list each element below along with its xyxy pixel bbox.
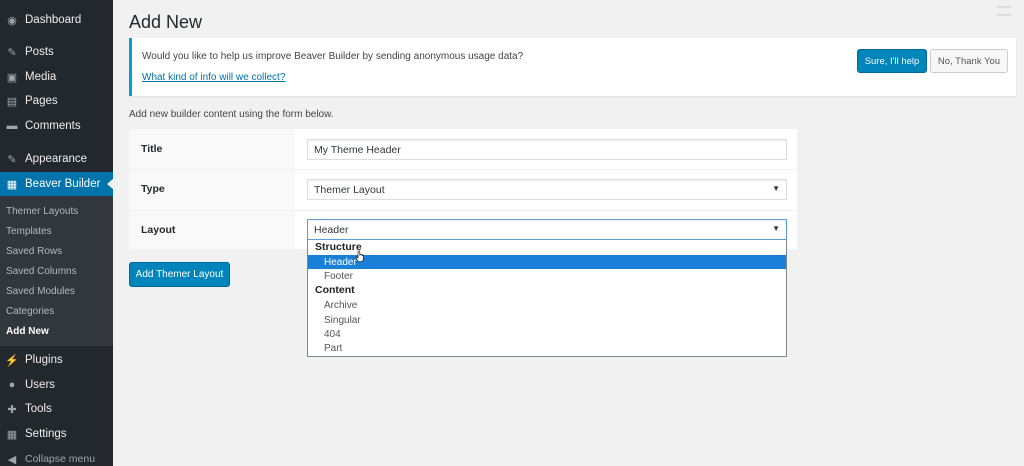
sure-help-button[interactable]: Sure, I'll help: [857, 49, 927, 73]
user-icon: ●: [8, 379, 16, 391]
submenu-saved-modules[interactable]: Saved Modules: [6, 286, 75, 297]
menu-item-media[interactable]: ▣ Media: [0, 65, 113, 89]
submenu-categories[interactable]: Categories: [6, 306, 54, 317]
media-icon: ▣: [6, 71, 18, 84]
layout-select-value: Header: [314, 223, 349, 236]
menu-item-settings[interactable]: ▦ Settings: [0, 422, 113, 446]
submenu-themer-layouts[interactable]: Themer Layouts: [6, 206, 78, 217]
menu-label: Posts: [25, 46, 54, 58]
collapse-menu-button[interactable]: ◀ Collapse menu: [0, 447, 113, 466]
dashboard-icon: ◉: [7, 14, 17, 27]
layout-label: Layout: [141, 224, 176, 236]
dropdown-option[interactable]: 404: [308, 327, 786, 341]
pin-icon: ✎: [7, 46, 17, 59]
hand-cursor-icon: [355, 250, 364, 262]
add-themer-layout-button[interactable]: Add Themer Layout: [129, 262, 230, 287]
form-intro-text: Add new builder content using the form b…: [129, 109, 334, 120]
page-title: Add New: [129, 12, 203, 32]
layout-dropdown-list: Structure Header Footer Content Archive …: [307, 240, 787, 357]
menu-label: Comments: [25, 120, 81, 132]
layout-select[interactable]: Header ▼: [307, 219, 787, 240]
menu-item-comments[interactable]: ▬ Comments: [0, 114, 113, 138]
dropdown-option[interactable]: Singular: [308, 313, 786, 327]
menu-label: Settings: [25, 428, 67, 440]
submenu-add-new[interactable]: Add New: [6, 326, 49, 337]
menu-item-pages[interactable]: ▤ Pages: [0, 89, 113, 113]
beaver-builder-submenu: Themer Layouts Templates Saved Rows Save…: [0, 196, 113, 346]
comment-icon: ▬: [6, 120, 18, 132]
type-label: Type: [141, 183, 165, 195]
menu-item-users[interactable]: ● Users: [0, 373, 113, 397]
submenu-saved-columns[interactable]: Saved Columns: [6, 266, 77, 277]
optgroup-label: Content: [315, 284, 355, 296]
submenu-saved-rows[interactable]: Saved Rows: [6, 246, 62, 257]
settings-icon: ▦: [6, 428, 18, 441]
notice-text: Would you like to help us improve Beaver…: [142, 51, 524, 62]
menu-item-appearance[interactable]: ✎ Appearance: [0, 147, 113, 171]
dropdown-option[interactable]: Archive: [308, 298, 786, 312]
notice-info-link[interactable]: What kind of info will we collect?: [142, 72, 285, 83]
menu-item-posts[interactable]: ✎ Posts: [0, 40, 113, 64]
menu-item-dashboard[interactable]: ◉ Dashboard: [0, 8, 113, 32]
admin-sidebar: ◉ Dashboard ✎ Posts ▣ Media ▤ Pages ▬ Co…: [0, 0, 114, 466]
menu-label: Pages: [25, 95, 58, 107]
menu-label: Dashboard: [25, 14, 82, 26]
dropdown-option[interactable]: Header: [308, 255, 786, 269]
title-input-value: My Theme Header: [314, 143, 401, 156]
collapse-icon: ◀: [7, 453, 17, 466]
title-input[interactable]: My Theme Header: [307, 139, 787, 160]
menu-item-tools[interactable]: ✚ Tools: [0, 397, 113, 421]
menu-item-plugins[interactable]: ⚡ Plugins: [0, 348, 113, 372]
menu-label: Users: [25, 379, 56, 391]
no-thanks-button[interactable]: No, Thank You: [930, 49, 1008, 73]
type-select[interactable]: Themer Layout ▼: [307, 179, 787, 200]
dropdown-option[interactable]: Footer: [308, 269, 786, 283]
screen-options-icon[interactable]: [997, 6, 1011, 16]
chevron-down-icon: ▼: [772, 224, 780, 233]
wrench-icon: ✚: [7, 403, 17, 416]
plug-icon: ⚡: [5, 354, 19, 367]
menu-label: Media: [25, 71, 57, 83]
type-select-value: Themer Layout: [314, 183, 385, 196]
brush-icon: ✎: [7, 153, 17, 166]
collapse-label: Collapse menu: [25, 453, 96, 465]
title-label: Title: [141, 143, 163, 155]
menu-item-beaver-builder[interactable]: ▦ Beaver Builder: [0, 172, 114, 196]
menu-label: Appearance: [25, 153, 88, 165]
row-divider: [129, 169, 797, 170]
calendar-icon: ▦: [6, 178, 18, 191]
dropdown-option[interactable]: Part: [308, 341, 786, 355]
submenu-templates[interactable]: Templates: [6, 226, 52, 237]
row-divider: [129, 210, 797, 211]
menu-label: Tools: [25, 403, 52, 415]
menu-label: Beaver Builder: [25, 178, 101, 190]
usage-data-notice: Would you like to help us improve Beaver…: [129, 38, 1016, 96]
chevron-down-icon: ▼: [772, 184, 780, 193]
menu-label: Plugins: [25, 354, 63, 366]
pages-icon: ▤: [6, 95, 18, 108]
